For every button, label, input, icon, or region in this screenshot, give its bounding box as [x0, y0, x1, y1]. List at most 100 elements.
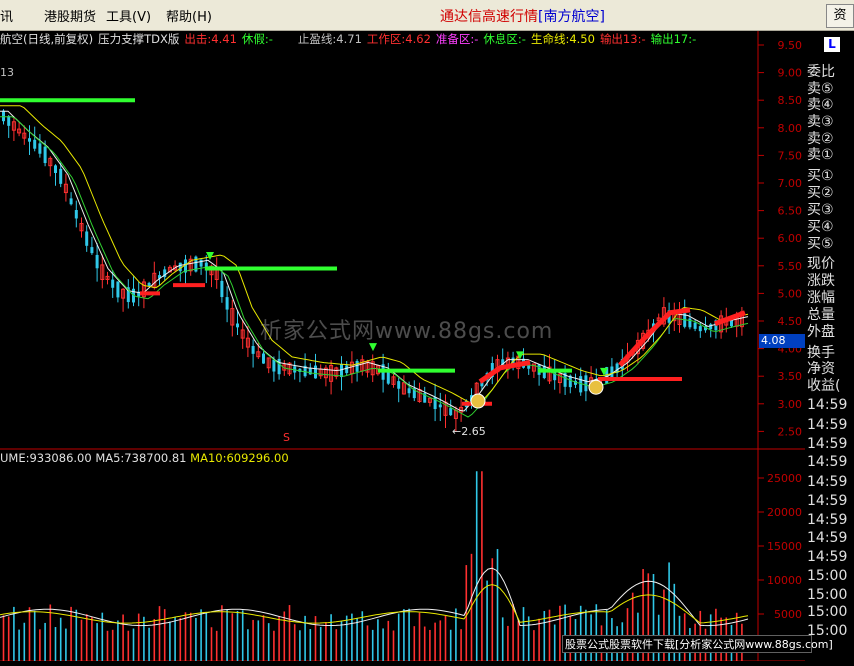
quote-label-15: 外盘 [807, 324, 835, 340]
candle-body [225, 297, 229, 310]
candle-body [397, 381, 401, 389]
volume-tick-label: 25000 [767, 472, 802, 485]
candle-body [262, 353, 265, 364]
volume-tick-label: 20000 [767, 506, 802, 519]
price-tick-label: 6.00 [778, 232, 803, 245]
candle-body [2, 110, 5, 122]
price-tick-label: 2.50 [778, 425, 803, 438]
quote-label-21: 14:59 [807, 436, 848, 452]
left-top-value: 13 [0, 66, 14, 79]
title-stock: [南方航空] [538, 9, 605, 25]
candle-body [69, 198, 73, 205]
out17-label: 输出17:- [650, 32, 697, 45]
volume-tick-label: 5000 [774, 608, 802, 621]
candle-body [251, 345, 255, 354]
rest-label: 休假:- [241, 32, 273, 45]
indicator-bar: 航空(日线,前复权) 压力支撑TDX版 出击:4.41 休假:- 止盈线:4.71 工作区… [0, 31, 758, 45]
candle-body [85, 231, 89, 246]
low-marker: ←2.65 [452, 425, 486, 438]
price-tick-label: 5.50 [778, 260, 803, 273]
current-price-tag: 4.08 [759, 334, 805, 348]
price-tick-label: 4.50 [778, 315, 803, 328]
price-tick-label: 6.50 [778, 205, 803, 218]
sell-marker: S [283, 431, 290, 444]
candle-body [38, 143, 42, 154]
ma-yellow-line [0, 105, 749, 407]
corner-button[interactable]: 资 [826, 4, 854, 28]
menu-item-hk-futures[interactable]: 港股期货 [44, 6, 96, 25]
candle-body [355, 360, 359, 372]
quote-label-22: 14:59 [807, 454, 848, 470]
candle-body [116, 281, 120, 298]
quote-label-26: 14:59 [807, 530, 848, 546]
candle-body [95, 254, 99, 269]
menu-bar: 讯 港股期货 工具(V) 帮助(H) 通达信高速行情[南方航空] 资 [0, 0, 854, 31]
candle-body [610, 366, 614, 378]
volume-ma10-line [0, 584, 749, 624]
candle-body [449, 408, 453, 416]
quote-label-20: 14:59 [807, 417, 848, 433]
candle-body [7, 116, 11, 126]
volume-tick-label: 10000 [767, 574, 802, 587]
l-icon[interactable]: L [824, 37, 840, 52]
work-label: 工作区:4.62 [366, 32, 431, 45]
candle-body [74, 210, 78, 219]
prep-label: 准备区:- [435, 32, 479, 45]
footer-banner[interactable]: 股票公式股票软件下载[分析家公式网www.88gs.com] [562, 635, 833, 653]
candle-body [178, 262, 182, 272]
candle-body [43, 146, 47, 164]
stop-label: 止盈线:4.71 [297, 32, 362, 45]
candle-body [277, 358, 281, 375]
indicator-name: 压力支撑TDX版 [98, 32, 180, 45]
candle-body [688, 318, 692, 328]
life-label: 生命线:4.50 [530, 32, 595, 45]
stock-label: 航空(日线,前复权) [0, 32, 94, 45]
menu-item-xun[interactable]: 讯 [0, 6, 13, 25]
quote-label-29: 15:00 [807, 587, 848, 603]
candle-body [111, 279, 115, 288]
quote-label-28: 15:00 [807, 568, 848, 584]
title-prefix: 通达信高速行情 [440, 9, 538, 25]
price-tick-label: 7.00 [778, 177, 803, 190]
price-tick-label: 5.00 [778, 287, 803, 300]
window-title: 通达信高速行情[南方航空] [440, 6, 605, 26]
quote-label-23: 14:59 [807, 474, 848, 490]
candle-body [407, 388, 411, 394]
price-tick-label: 8.00 [778, 122, 803, 135]
candle-body [340, 364, 343, 378]
quote-label-5: 卖① [807, 147, 834, 163]
kline-svg: 9.50 9.00 8.50 8.00 7.50 7.00 6.50 6.00 5.50 5.00… [0, 31, 805, 662]
quote-label-18: 收益( [807, 378, 841, 394]
candle-body [54, 165, 57, 173]
quote-label-24: 14:59 [807, 493, 848, 509]
exit-label: 出击:4.41 [184, 32, 237, 45]
candle-body [236, 323, 239, 328]
out13-label: 输出13:- [599, 32, 646, 45]
quote-label-10: 买⑤ [807, 236, 834, 252]
menu-item-tools[interactable]: 工具(V) [106, 6, 151, 25]
candle-body [345, 365, 349, 374]
ma5-label: MA5:738700.81 [95, 451, 187, 465]
price-tick-label: 8.50 [778, 94, 803, 107]
candle-body [698, 326, 702, 332]
candle-body [308, 368, 312, 375]
price-tick-label: 9.50 [778, 39, 803, 52]
candle-body [438, 404, 442, 408]
candle-body [584, 375, 588, 392]
smiley-icon [470, 393, 486, 409]
price-tick-label: 7.50 [778, 149, 803, 162]
candle-body [59, 168, 63, 184]
kline-chart-area[interactable]: 9.50 9.00 8.50 8.00 7.50 7.00 6.50 6.00 5.50 5.00… [0, 31, 805, 662]
watermark: 析家公式网www.88gs.com [260, 319, 554, 344]
candle-body [33, 139, 37, 149]
price-tick-label: 3.00 [778, 398, 803, 411]
candle-body [90, 247, 94, 254]
quote-label-19: 14:59 [807, 397, 848, 413]
price-tick-label: 9.00 [778, 67, 803, 80]
candle-body [199, 259, 203, 267]
candle-body [220, 280, 224, 298]
candle-body [693, 322, 697, 329]
candle-body [272, 359, 276, 372]
price-tick-label: 3.50 [778, 370, 803, 383]
menu-item-help[interactable]: 帮助(H) [166, 6, 212, 25]
